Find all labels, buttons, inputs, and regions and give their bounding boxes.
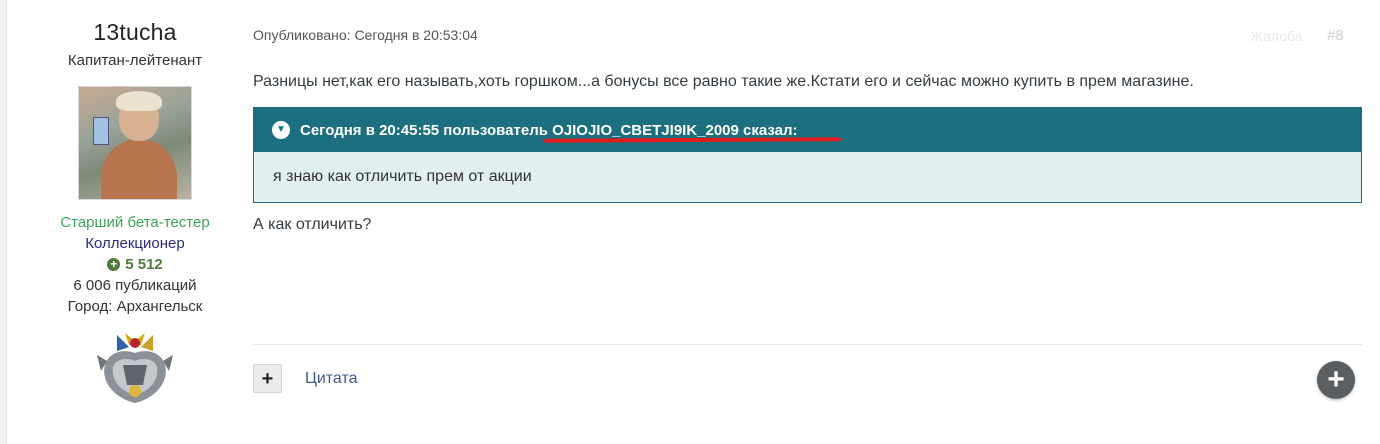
reputation-value: 5 512 [125, 256, 163, 273]
author-group-secondary: Коллекционер [85, 235, 185, 252]
rank-badge-icon [95, 331, 175, 409]
red-underline-annotation [543, 137, 842, 143]
post-text-after-quote: А как отличить? [253, 216, 372, 233]
post-divider [253, 344, 1362, 345]
post-date[interactable]: Опубликовано: Сегодня в 20:53:04 [253, 27, 478, 43]
plus-circle-icon: + [107, 258, 121, 271]
post-text: Разницы нет,как его называть,хоть горшко… [253, 73, 1194, 90]
post-number[interactable]: #8 [1327, 27, 1344, 44]
author-group-primary: Старший бета-тестер [60, 214, 210, 231]
quote-header[interactable]: ▼ Сегодня в 20:45:55 пользователь OJIOJI… [254, 108, 1361, 152]
chevron-down-icon[interactable]: ▼ [272, 121, 290, 139]
author-post-count: 6 006 публикаций [73, 277, 197, 294]
avatar[interactable] [78, 86, 192, 200]
report-link[interactable]: Жалоба [1250, 28, 1302, 44]
author-panel: 13tucha Капитан-лейтенант Старший бета-т… [40, 0, 230, 409]
quote-body: я знаю как отличить прем от акции [273, 168, 532, 185]
quote-citation: Сегодня в 20:45:55 пользователь OJIOJIO_… [300, 121, 798, 139]
quote-block: ▼ Сегодня в 20:45:55 пользователь OJIOJI… [253, 107, 1362, 203]
multiquote-button[interactable]: + [253, 364, 282, 393]
author-name[interactable]: 13tucha [40, 19, 230, 46]
reputation: + 5 512 [40, 256, 230, 273]
quote-button[interactable]: Цитата [305, 370, 358, 388]
add-circle-button[interactable]: + [1317, 361, 1355, 399]
author-city: Город: Архангельск [67, 298, 203, 315]
author-rank: Капитан-лейтенант [67, 52, 203, 69]
page-left-border [0, 0, 7, 444]
